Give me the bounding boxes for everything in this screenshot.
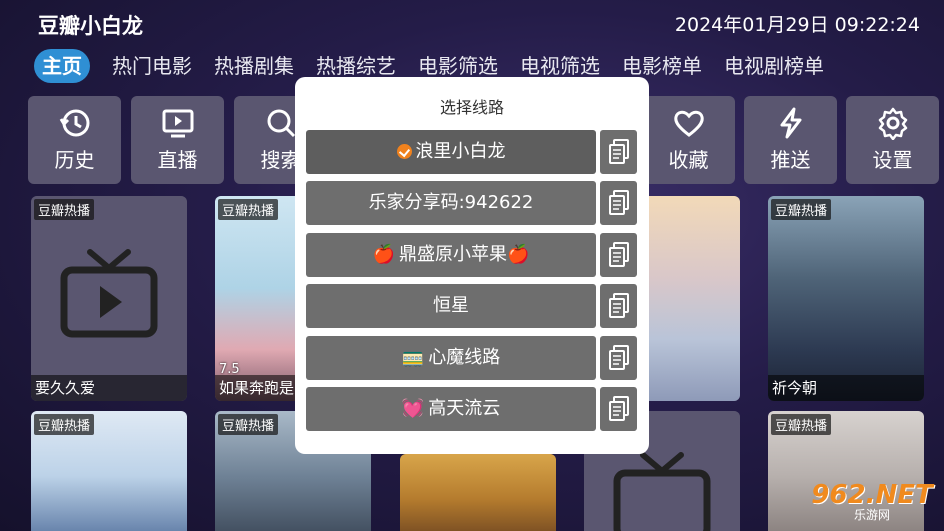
- tab-hot-movies[interactable]: 热门电影: [112, 49, 192, 83]
- route-select-dialog: 选择线路 浪里小白龙乐家分享码:942622 🍎 鼎盛原小苹果🍎 恒星 🚃 心魔线路 💓 高天…: [295, 77, 649, 454]
- settings-tile[interactable]: 设置: [846, 96, 939, 184]
- live-tile[interactable]: 直播: [131, 96, 224, 184]
- poster-image: [400, 454, 556, 531]
- movie-card[interactable]: 豆瓣热播: [31, 411, 187, 531]
- movie-card[interactable]: 豆瓣热播 要久久爱: [31, 196, 187, 401]
- route-option-button[interactable]: 🍎 鼎盛原小苹果🍎: [306, 233, 596, 277]
- search-icon: [267, 109, 295, 138]
- favorites-label: 收藏: [668, 148, 709, 172]
- card-title: 祈今朝: [768, 375, 924, 401]
- route-label: 鼎盛原小苹果: [399, 244, 507, 265]
- settings-label: 设置: [872, 148, 913, 172]
- route-label: 恒星: [433, 295, 469, 316]
- gear-icon: [878, 107, 907, 140]
- route-option-button[interactable]: 乐家分享码:942622: [306, 181, 596, 225]
- douban-badge: 豆瓣热播: [218, 199, 279, 220]
- copy-icon: [609, 190, 629, 215]
- route-row: 🍎 鼎盛原小苹果🍎: [306, 233, 637, 277]
- copy-button[interactable]: [600, 130, 637, 174]
- movie-card[interactable]: 豆瓣热播 祈今朝: [768, 196, 924, 401]
- movie-card[interactable]: [400, 454, 556, 531]
- douban-badge: 豆瓣热播: [218, 414, 279, 435]
- copy-button[interactable]: [600, 181, 637, 225]
- copy-button[interactable]: [600, 284, 637, 328]
- route-row: 乐家分享码:942622: [306, 181, 637, 225]
- route-label: 高天流云: [428, 398, 501, 419]
- douban-badge: 豆瓣热播: [34, 414, 95, 435]
- heart-icon: [673, 110, 704, 137]
- tab-hot-series[interactable]: 热播剧集: [214, 49, 294, 83]
- tv-placeholder-icon: [613, 452, 711, 531]
- route-row: 恒星: [306, 284, 637, 328]
- push-label: 推送: [770, 148, 811, 172]
- card-title: 要久久爱: [31, 375, 187, 401]
- route-row: 浪里小白龙: [306, 130, 637, 174]
- history-label: 历史: [54, 148, 95, 172]
- douban-badge: 豆瓣热播: [771, 199, 832, 220]
- route-option-button[interactable]: 浪里小白龙: [306, 130, 596, 174]
- history-icon: [59, 109, 89, 137]
- tab-home[interactable]: 主页: [34, 49, 90, 83]
- route-prefix-emoji: 🍎: [372, 244, 395, 265]
- push-tile[interactable]: 推送: [744, 96, 837, 184]
- tv-icon: [162, 109, 193, 138]
- tab-tv-rank[interactable]: 电视剧榜单: [724, 49, 824, 83]
- dialog-title: 选择线路: [439, 98, 504, 117]
- selected-check-icon: [396, 144, 412, 159]
- app-title: 豆瓣小白龙: [38, 14, 143, 38]
- route-label: 乐家分享码:942622: [368, 192, 534, 213]
- tv-placeholder-icon: [60, 249, 158, 338]
- copy-button[interactable]: [600, 233, 637, 277]
- lightning-icon: [780, 107, 801, 139]
- copy-button[interactable]: [600, 336, 637, 380]
- copy-icon: [609, 242, 629, 267]
- poster-image: [768, 196, 924, 401]
- route-row: 💓 高天流云: [306, 387, 637, 431]
- route-suffix-emoji: 🍎: [507, 244, 530, 265]
- route-option-button[interactable]: 💓 高天流云: [306, 387, 596, 431]
- route-row: 🚃 心魔线路: [306, 336, 637, 380]
- datetime: 2024年01月29日 09:22:24: [674, 14, 920, 36]
- copy-button[interactable]: [600, 387, 637, 431]
- route-prefix-emoji: 🚃: [401, 347, 425, 368]
- watermark-logo: 962.NET 乐游网: [806, 480, 938, 526]
- route-prefix-emoji: 💓: [401, 398, 425, 419]
- route-label: 浪里小白龙: [415, 141, 506, 162]
- douban-badge: 豆瓣热播: [34, 199, 95, 220]
- route-option-button[interactable]: 🚃 心魔线路: [306, 336, 596, 380]
- copy-icon: [609, 293, 629, 318]
- history-tile[interactable]: 历史: [28, 96, 121, 184]
- copy-icon: [609, 396, 629, 421]
- live-label: 直播: [157, 148, 198, 172]
- douban-badge: 豆瓣热播: [771, 414, 832, 435]
- copy-icon: [609, 345, 629, 370]
- placeholder-poster: [31, 196, 187, 401]
- favorites-tile[interactable]: 收藏: [642, 96, 735, 184]
- route-label: 心魔线路: [428, 347, 501, 368]
- route-option-button[interactable]: 恒星: [306, 284, 596, 328]
- copy-icon: [609, 139, 629, 164]
